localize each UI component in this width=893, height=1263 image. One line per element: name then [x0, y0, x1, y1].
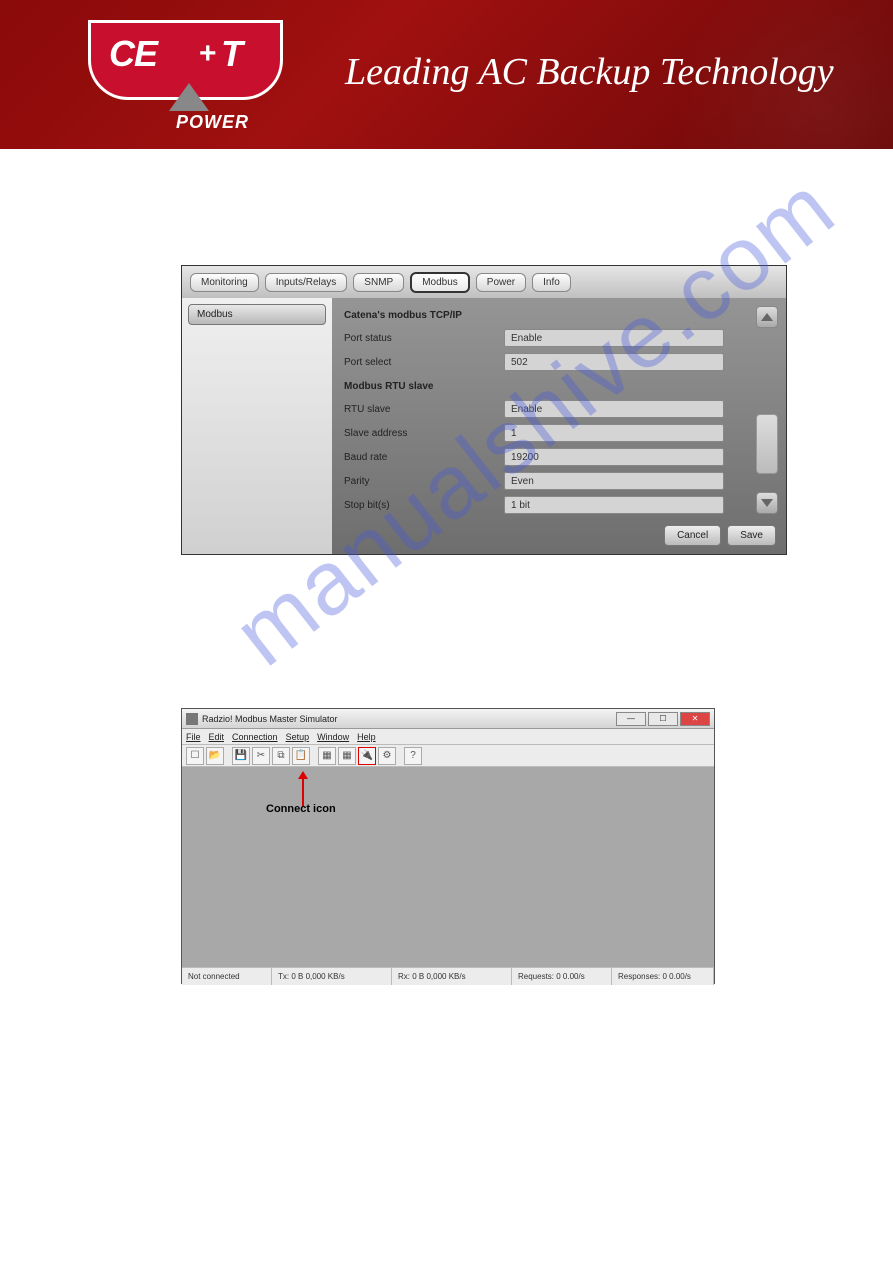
- minimize-button[interactable]: —: [616, 712, 646, 726]
- status-tx: Tx: 0 B 0,000 KB/s: [272, 968, 392, 985]
- modbus-config-screenshot: Monitoring Inputs/Relays SNMP Modbus Pow…: [181, 265, 787, 555]
- toolbar: ☐ 📂 💾 ✂ ⧉ 📋 ▦ ▦ 🔌 ⚙ ?: [182, 745, 714, 767]
- paste-icon[interactable]: 📋: [292, 747, 310, 765]
- field-port-status[interactable]: Enable: [504, 329, 724, 347]
- label-parity: Parity: [344, 476, 504, 487]
- section-title-rtu: Modbus RTU slave: [344, 381, 774, 392]
- field-stop-bits[interactable]: 1 bit: [504, 496, 724, 514]
- tab-inputs-relays[interactable]: Inputs/Relays: [265, 273, 348, 292]
- annotation-arrow-icon: [298, 771, 308, 807]
- tab-power[interactable]: Power: [476, 273, 526, 292]
- logo-triangle-icon: [169, 83, 209, 111]
- status-responses: Responses: 0 0.00/s: [612, 968, 714, 985]
- grid2-icon[interactable]: ▦: [338, 747, 356, 765]
- logo-text-ce: CE: [109, 33, 157, 75]
- maximize-button[interactable]: ☐: [648, 712, 678, 726]
- menu-connection[interactable]: Connection: [232, 732, 278, 742]
- menu-help[interactable]: Help: [357, 732, 376, 742]
- window-client-area: Connect icon: [182, 767, 714, 967]
- save-icon[interactable]: 💾: [232, 747, 250, 765]
- sidebar: Modbus: [182, 298, 332, 554]
- window-title: Radzio! Modbus Master Simulator: [202, 714, 338, 724]
- label-port-status: Port status: [344, 333, 504, 344]
- header-banner: CE + T POWER Leading AC Backup Technolog…: [0, 0, 893, 149]
- status-connection: Not connected: [182, 968, 272, 985]
- tab-snmp[interactable]: SNMP: [353, 273, 404, 292]
- field-port-select[interactable]: 502: [504, 353, 724, 371]
- scrollbar[interactable]: [756, 334, 778, 486]
- tab-info[interactable]: Info: [532, 273, 571, 292]
- logo: CE + T POWER: [88, 20, 283, 130]
- menu-file[interactable]: File: [186, 732, 201, 742]
- app-icon: [186, 713, 198, 725]
- label-slave-address: Slave address: [344, 428, 504, 439]
- tab-bar: Monitoring Inputs/Relays SNMP Modbus Pow…: [182, 266, 786, 298]
- menu-edit[interactable]: Edit: [209, 732, 225, 742]
- field-rtu-slave[interactable]: Enable: [504, 400, 724, 418]
- cancel-button[interactable]: Cancel: [664, 525, 721, 546]
- save-button[interactable]: Save: [727, 525, 776, 546]
- scroll-down-button[interactable]: [756, 492, 778, 514]
- label-port-select: Port select: [344, 357, 504, 368]
- close-button[interactable]: ✕: [680, 712, 710, 726]
- tagline: Leading AC Backup Technology: [345, 50, 834, 94]
- status-requests: Requests: 0 0.00/s: [512, 968, 612, 985]
- label-stop-bits: Stop bit(s): [344, 500, 504, 511]
- field-baud-rate[interactable]: 19200: [504, 448, 724, 466]
- field-parity[interactable]: Even: [504, 472, 724, 490]
- logo-sub: POWER: [176, 112, 249, 133]
- menu-bar: File Edit Connection Setup Window Help: [182, 729, 714, 745]
- status-rx: Rx: 0 B 0,000 KB/s: [392, 968, 512, 985]
- grid-icon[interactable]: ▦: [318, 747, 336, 765]
- tab-modbus[interactable]: Modbus: [410, 272, 470, 293]
- menu-window[interactable]: Window: [317, 732, 349, 742]
- window-titlebar: Radzio! Modbus Master Simulator — ☐ ✕: [182, 709, 714, 729]
- menu-setup[interactable]: Setup: [286, 732, 310, 742]
- radzio-window-screenshot: Radzio! Modbus Master Simulator — ☐ ✕ Fi…: [181, 708, 715, 984]
- label-baud-rate: Baud rate: [344, 452, 504, 463]
- cut-icon[interactable]: ✂: [252, 747, 270, 765]
- label-rtu-slave: RTU slave: [344, 404, 504, 415]
- new-icon[interactable]: ☐: [186, 747, 204, 765]
- logo-text-plus: +: [199, 37, 217, 71]
- tab-monitoring[interactable]: Monitoring: [190, 273, 259, 292]
- scroll-up-button[interactable]: [756, 306, 778, 328]
- props-icon[interactable]: ⚙: [378, 747, 396, 765]
- settings-panel: Catena's modbus TCP/IP Port statusEnable…: [332, 298, 786, 554]
- annotation-label: Connect icon: [266, 803, 336, 815]
- open-icon[interactable]: 📂: [206, 747, 224, 765]
- copy-icon[interactable]: ⧉: [272, 747, 290, 765]
- section-title-tcpip: Catena's modbus TCP/IP: [344, 310, 774, 321]
- status-bar: Not connected Tx: 0 B 0,000 KB/s Rx: 0 B…: [182, 967, 714, 985]
- logo-text-t: T: [221, 33, 243, 75]
- about-icon[interactable]: ?: [404, 747, 422, 765]
- scrollbar-thumb[interactable]: [756, 414, 778, 474]
- field-slave-address[interactable]: 1: [504, 424, 724, 442]
- connect-icon[interactable]: 🔌: [358, 747, 376, 765]
- sidebar-item-modbus[interactable]: Modbus: [188, 304, 326, 325]
